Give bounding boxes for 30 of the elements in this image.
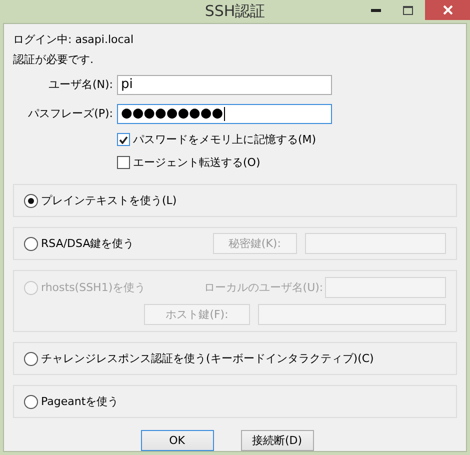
login-status: ログイン中: asapi.local bbox=[13, 32, 135, 48]
window-title: SSH認証 bbox=[204, 2, 266, 21]
local-user-field[interactable] bbox=[325, 277, 446, 298]
input-field[interactable]: ●●●●●●●●● bbox=[117, 104, 332, 124]
host-key-field[interactable] bbox=[258, 304, 446, 325]
radio-label: rhosts(SSH1)を使う bbox=[41, 280, 146, 295]
close-button[interactable] bbox=[425, 0, 470, 20]
minimize-icon bbox=[371, 8, 381, 12]
dialog-button[interactable]: OK bbox=[140, 430, 214, 451]
radio-label: Pageantを使う bbox=[41, 394, 119, 409]
maximize-icon bbox=[403, 6, 413, 14]
field-label: ユーザ名(N): bbox=[47, 77, 114, 92]
input-field[interactable]: pi bbox=[117, 74, 332, 94]
local-user-label: ローカルのユーザ名(U): bbox=[202, 280, 324, 295]
auth-message: 認証が必要です. bbox=[13, 52, 94, 68]
radio-button[interactable] bbox=[24, 194, 38, 208]
radio-label: プレインテキストを使う(L) bbox=[41, 193, 177, 208]
field-label: パスフレーズ(P): bbox=[27, 106, 114, 121]
close-icon bbox=[442, 5, 452, 15]
checkbox[interactable] bbox=[117, 156, 130, 169]
radio-label: RSA/DSA鍵を使う bbox=[41, 236, 134, 251]
checkbox-label: パスワードをメモリ上に記憶する(M) bbox=[133, 132, 316, 147]
radio-button[interactable] bbox=[24, 236, 38, 250]
private-key-field[interactable] bbox=[304, 233, 446, 254]
radio-label: チャレンジレスポンス認証を使う(キーボードインタラクティブ)(C) bbox=[41, 351, 374, 366]
checkbox[interactable] bbox=[117, 133, 130, 146]
dialog-button[interactable]: 接続断(D) bbox=[240, 430, 314, 451]
radio-button[interactable] bbox=[24, 352, 38, 366]
checkbox-label: エージェント転送する(O) bbox=[133, 155, 260, 170]
radio-button[interactable] bbox=[24, 394, 38, 408]
